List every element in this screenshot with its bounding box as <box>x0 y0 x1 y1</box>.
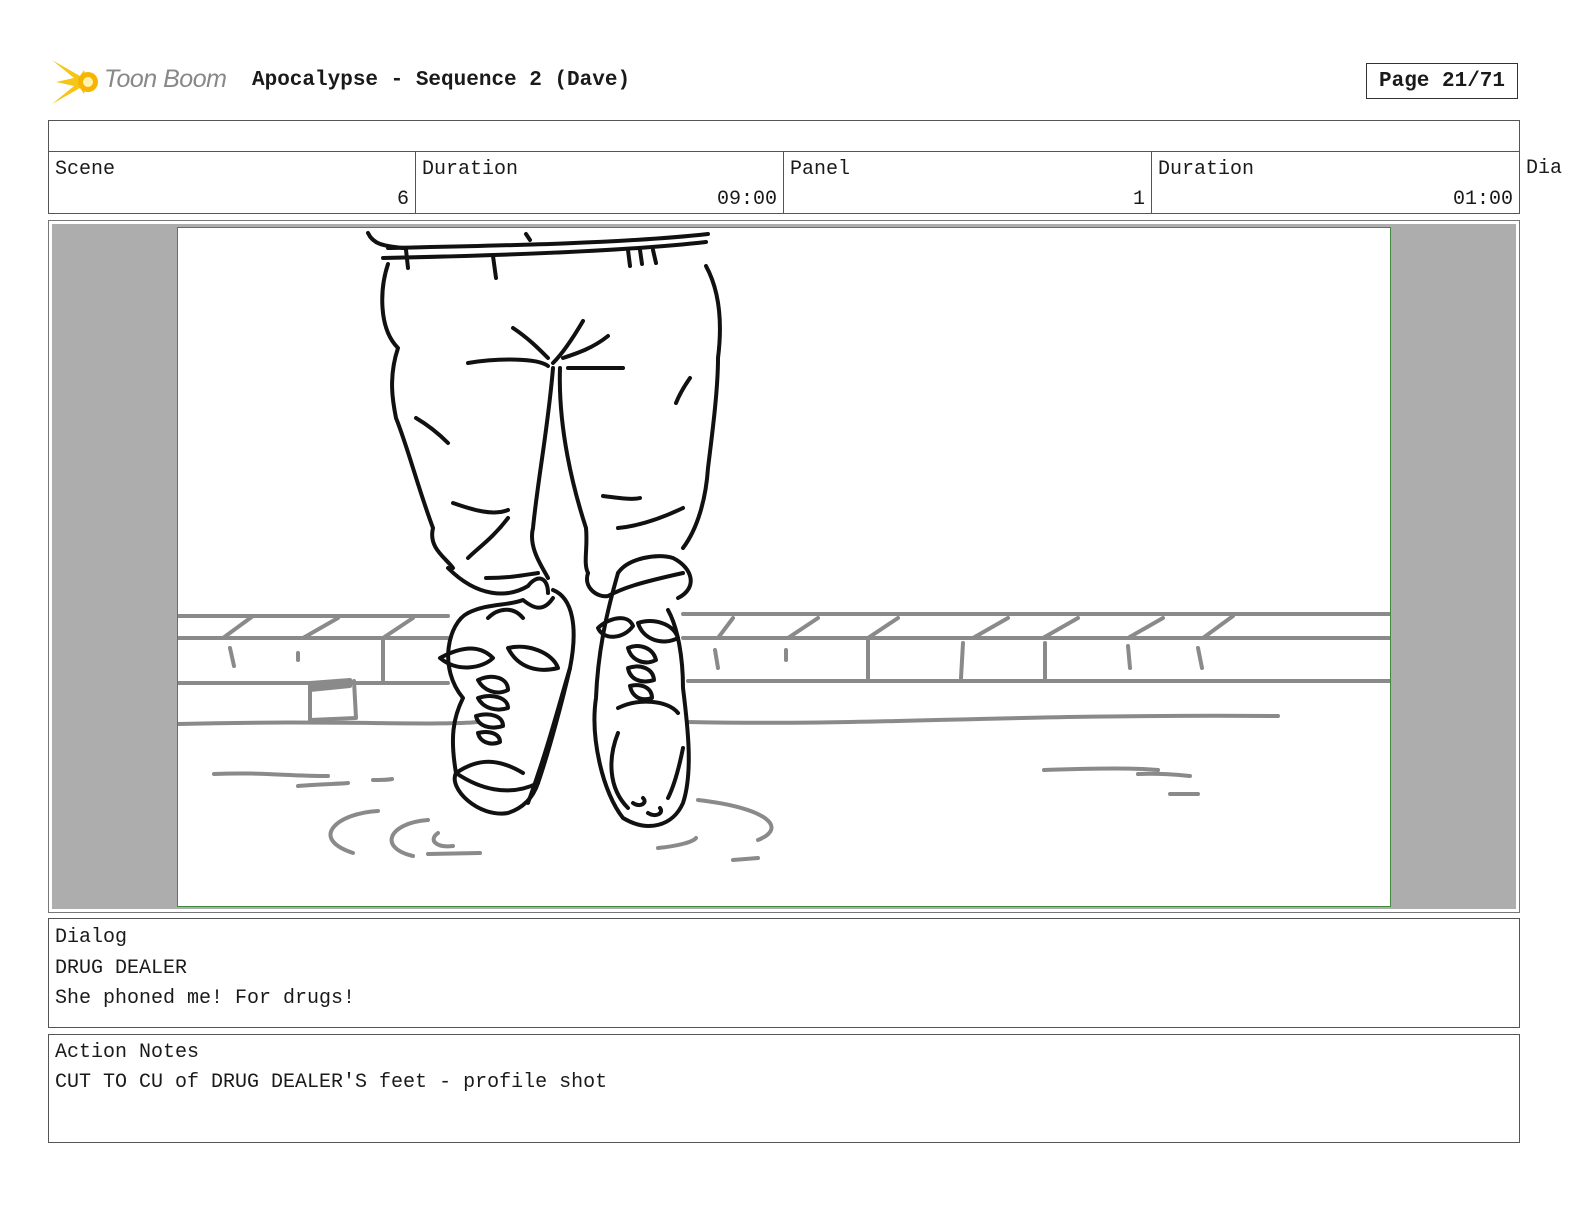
dialog-box: Dialog DRUG DEALER She phoned me! For dr… <box>48 918 1520 1028</box>
scene-cell: Scene 6 <box>48 151 416 214</box>
action-notes-box: Action Notes CUT TO CU of DRUG DEALER'S … <box>48 1034 1520 1143</box>
panel-duration-value: 01:00 <box>1452 188 1513 211</box>
dialog-line: She phoned me! For drugs! <box>55 987 356 1010</box>
toon-boom-logo: Toon Boom <box>50 56 240 108</box>
storyboard-drawing <box>177 227 1391 907</box>
blank-header-row <box>48 120 1520 152</box>
action-notes-text: CUT TO CU of DRUG DEALER'S feet - profil… <box>55 1071 608 1094</box>
panel-cell: Panel 1 <box>783 151 1152 214</box>
page-number: Page 21/71 <box>1366 63 1518 99</box>
character-legs <box>366 231 722 828</box>
cut-off-label: Dia <box>1526 157 1563 180</box>
panel-duration-label: Duration <box>1158 158 1255 181</box>
scene-value: 6 <box>396 188 409 211</box>
background-ledge <box>178 612 1390 862</box>
panel-label: Panel <box>790 158 851 181</box>
panel-duration-cell: Duration 01:00 <box>1151 151 1520 214</box>
panel-value: 1 <box>1132 188 1145 211</box>
scene-label: Scene <box>55 158 116 181</box>
sketch-feet-illustration <box>178 231 1390 862</box>
starburst-icon <box>52 60 98 104</box>
scene-duration-label: Duration <box>422 158 519 181</box>
document-title: Apocalypse - Sequence 2 (Dave) <box>252 69 631 92</box>
scene-duration-cell: Duration 09:00 <box>415 151 784 214</box>
brand-name: Toon Boom <box>104 65 227 93</box>
dialog-character: DRUG DEALER <box>55 957 188 980</box>
dialog-label: Dialog <box>55 926 128 949</box>
scene-duration-value: 09:00 <box>716 188 777 211</box>
action-notes-label: Action Notes <box>55 1041 200 1064</box>
